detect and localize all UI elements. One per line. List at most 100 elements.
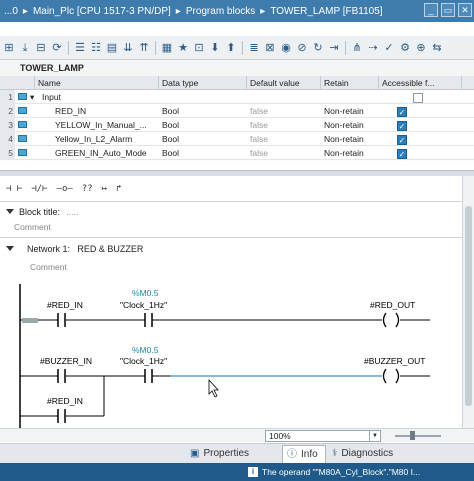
param-default[interactable]: false xyxy=(247,104,321,118)
cross-reference-icon[interactable]: ⇆ xyxy=(430,41,444,55)
block-title-value[interactable]: ..... xyxy=(66,207,78,217)
symbol-view-icon[interactable]: ⊠ xyxy=(263,41,277,55)
update-icon[interactable]: ⟳ xyxy=(50,41,64,55)
param-name[interactable]: GREEN_IN_Auto_Mode xyxy=(27,146,159,160)
column-retain[interactable]: Retain xyxy=(321,76,379,89)
delete-network-icon[interactable]: ☷ xyxy=(89,41,103,55)
buzzer-in-contact[interactable]: #BUZZER_IN xyxy=(40,356,92,383)
tab-properties[interactable]: ▣ Properties xyxy=(186,445,280,463)
param-retain[interactable]: Non-retain xyxy=(321,132,379,146)
delete-row-icon[interactable]: ⊟ xyxy=(34,41,48,55)
param-name[interactable]: YELLOW_In_Manual_... xyxy=(27,118,159,132)
move-down-icon[interactable]: ⬇ xyxy=(208,41,222,55)
param-type[interactable]: Bool xyxy=(159,118,247,132)
collapse-icon[interactable]: ⇈ xyxy=(137,41,151,55)
go-to-icon[interactable]: ⇢ xyxy=(366,41,380,55)
test-icon[interactable]: ✓ xyxy=(382,41,396,55)
contact-operand[interactable]: "Clock_1Hz" xyxy=(120,300,167,310)
param-default[interactable]: false xyxy=(247,132,321,146)
red-in-branch-contact[interactable]: #RED_IN xyxy=(47,396,83,423)
clock-contact[interactable]: %M0.5 "Clock_1Hz" xyxy=(120,288,167,327)
chevron-down-icon[interactable]: ▼ xyxy=(369,431,380,441)
accessible-checkbox[interactable]: ✓ xyxy=(397,120,407,131)
breadcrumb-plc[interactable]: Main_Plc [CPU 1517-3 PN/DP] xyxy=(33,6,171,17)
zoom-slider-handle[interactable] xyxy=(410,431,415,440)
status-message[interactable]: The operand ""M80A_Cyl_Block"."M80 I... xyxy=(262,463,420,481)
accessible-checkbox[interactable] xyxy=(413,92,423,103)
empty-box-icon[interactable]: ?? xyxy=(82,184,93,194)
column-default-value[interactable]: Default value xyxy=(247,76,321,89)
maximize-button[interactable]: ▭ xyxy=(441,3,455,17)
expand-icon[interactable]: ⇊ xyxy=(121,41,135,55)
contact-operand[interactable]: #RED_IN xyxy=(47,300,83,310)
param-default[interactable]: false xyxy=(247,118,321,132)
open-branch-icon[interactable]: ↦ xyxy=(102,184,107,194)
compile-icon[interactable]: ⚙ xyxy=(398,41,412,55)
param-type[interactable]: Bool xyxy=(159,132,247,146)
table-row[interactable]: 4 Yellow_In_L2_Alarm Bool false Non-reta… xyxy=(0,131,474,146)
coil-operand[interactable]: #RED_OUT xyxy=(370,300,415,310)
close-button[interactable]: ✕ xyxy=(458,3,472,17)
breakpoint-icon[interactable]: ⊘ xyxy=(295,41,309,55)
tab-diagnostics[interactable]: ⚕ Diagnostics xyxy=(328,445,436,463)
monitor-on-icon[interactable]: ⊕ xyxy=(414,41,428,55)
monitor-icon[interactable]: ◉ xyxy=(279,41,293,55)
error-next-icon[interactable]: ⇥ xyxy=(327,41,341,55)
param-retain[interactable]: Non-retain xyxy=(321,118,379,132)
nc-contact-icon[interactable]: ⊣/⊢ xyxy=(31,184,47,194)
zoom-slider-track[interactable] xyxy=(395,435,441,437)
accessible-checkbox[interactable]: ✓ xyxy=(397,148,407,159)
add-row-icon[interactable]: ⤓ xyxy=(18,41,32,55)
column-name[interactable]: Name xyxy=(35,76,159,89)
network-comment[interactable]: Comment xyxy=(30,262,474,272)
collapse-caret-icon[interactable] xyxy=(6,209,14,214)
network-comment-icon[interactable]: ▤ xyxy=(105,41,119,55)
red-in-contact[interactable]: #RED_IN xyxy=(47,300,83,327)
tab-info[interactable]: ⓘ Info xyxy=(282,445,326,463)
zoom-select[interactable]: 100% ▼ xyxy=(265,430,381,442)
param-default[interactable]: false xyxy=(247,146,321,160)
accessible-checkbox[interactable]: ✓ xyxy=(397,134,407,145)
param-retain[interactable]: Non-retain xyxy=(321,104,379,118)
jump-icon[interactable]: ↻ xyxy=(311,41,325,55)
network-header[interactable]: Network 1: RED & BUZZER xyxy=(0,244,462,258)
breadcrumb-root[interactable]: ...0 xyxy=(4,6,18,17)
block-comment[interactable]: Comment xyxy=(14,222,474,232)
contact-operand[interactable]: "Clock_1Hz" xyxy=(120,356,167,366)
vertical-scrollbar[interactable] xyxy=(462,176,474,428)
param-name[interactable]: Yellow_In_L2_Alarm xyxy=(27,132,159,146)
red-out-coil[interactable]: #RED_OUT xyxy=(370,300,415,328)
coil-icon[interactable]: –o– xyxy=(57,184,73,194)
no-contact-icon[interactable]: ⊣ ⊢ xyxy=(6,184,22,194)
table-row[interactable]: 2 RED_IN Bool false Non-retain ✓ xyxy=(0,103,474,118)
collapse-triangle-icon[interactable]: ▾ xyxy=(27,90,39,104)
network-title[interactable]: RED & BUZZER xyxy=(77,244,143,254)
move-up-icon[interactable]: ⬆ xyxy=(224,41,238,55)
coil-operand[interactable]: #BUZZER_OUT xyxy=(364,356,425,366)
collapse-caret-icon[interactable] xyxy=(6,246,14,251)
pane-splitter[interactable] xyxy=(0,170,474,176)
insert-row-icon[interactable]: ⊞ xyxy=(2,41,16,55)
list-view-icon[interactable]: ≣ xyxy=(247,41,261,55)
breadcrumb-program-blocks[interactable]: Program blocks xyxy=(186,6,255,17)
table-row[interactable]: 5 GREEN_IN_Auto_Mode Bool false Non-reta… xyxy=(0,145,474,160)
param-type[interactable]: Bool xyxy=(159,104,247,118)
accessible-checkbox[interactable]: ✓ xyxy=(397,106,407,117)
param-name[interactable]: RED_IN xyxy=(27,104,159,118)
param-retain[interactable]: Non-retain xyxy=(321,146,379,160)
call-hierarchy-icon[interactable]: ⋔ xyxy=(350,41,364,55)
buzzer-out-coil[interactable]: #BUZZER_OUT xyxy=(364,356,425,384)
contact-operand[interactable]: #BUZZER_IN xyxy=(40,356,92,366)
column-data-type[interactable]: Data type xyxy=(159,76,247,89)
insert-network-icon[interactable]: ☰ xyxy=(73,41,87,55)
contact-operand[interactable]: #RED_IN xyxy=(47,396,83,406)
clock-contact[interactable]: %M0.5 "Clock_1Hz" xyxy=(120,345,167,383)
show-comments-icon[interactable]: ⊡ xyxy=(192,41,206,55)
scrollbar-thumb[interactable] xyxy=(465,206,472,406)
table-row-input-section[interactable]: 1 ▾ Input xyxy=(0,89,474,104)
column-accessible[interactable]: Accessible f... xyxy=(379,76,462,89)
favorites-icon[interactable]: ★ xyxy=(176,41,190,55)
param-type[interactable]: Bool xyxy=(159,146,247,160)
close-branch-icon[interactable]: ↱ xyxy=(116,184,121,194)
table-row[interactable]: 3 YELLOW_In_Manual_... Bool false Non-re… xyxy=(0,117,474,132)
